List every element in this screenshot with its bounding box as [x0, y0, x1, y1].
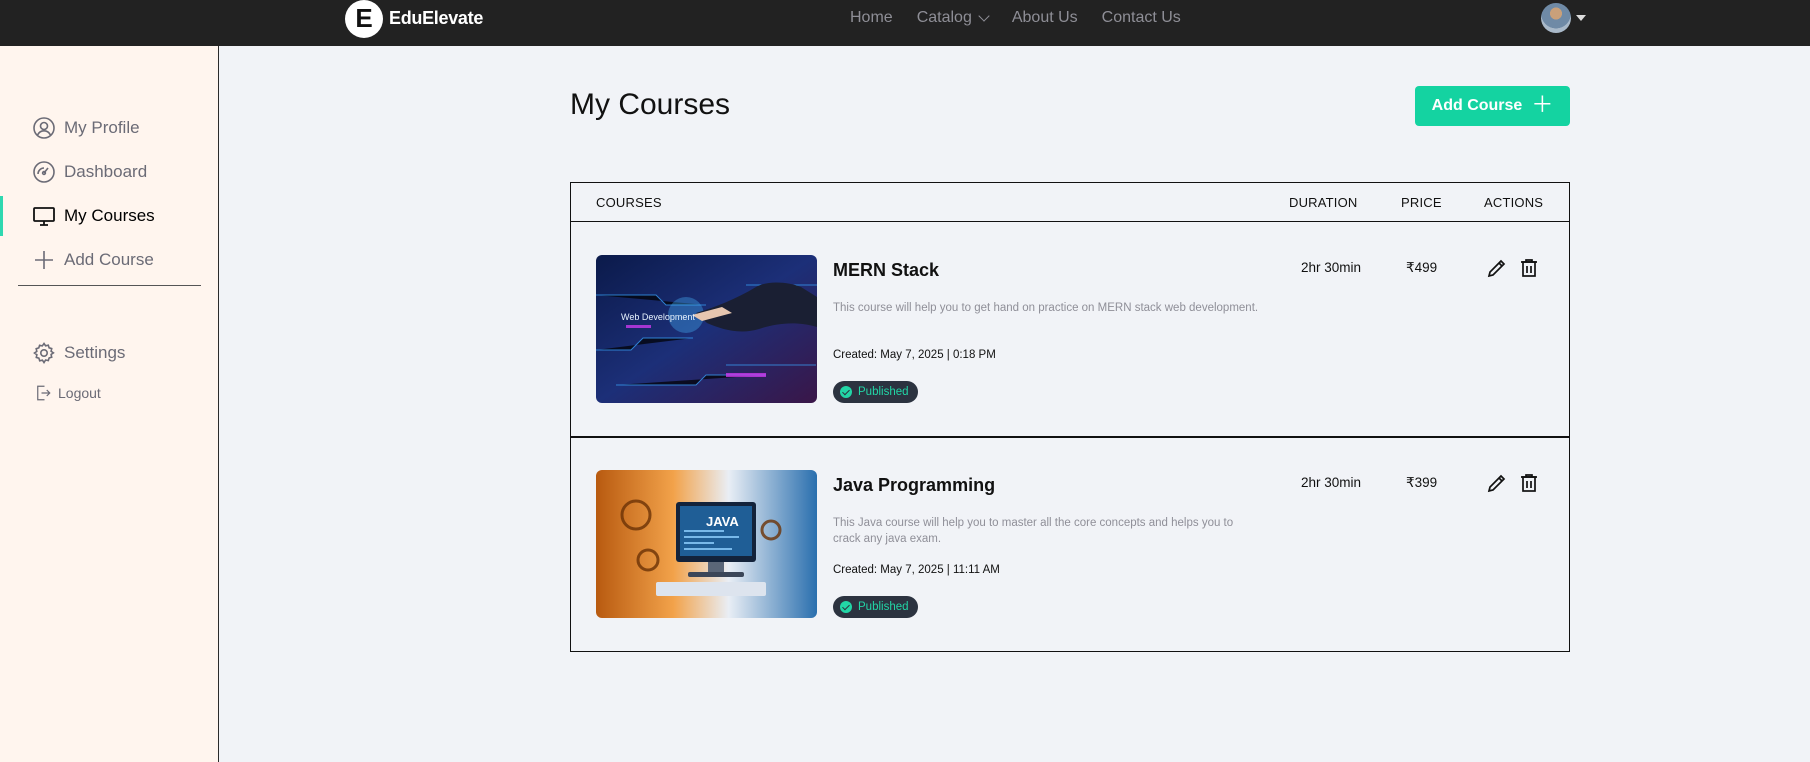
check-circle-icon	[840, 601, 852, 613]
logout-icon	[37, 385, 51, 401]
status-badge: Published	[833, 596, 918, 618]
edit-button[interactable]	[1485, 471, 1509, 495]
main-nav: Home Catalog About Us Contact Us	[850, 9, 1181, 27]
plus-icon: ＋	[1531, 92, 1554, 117]
header-courses: COURSES	[596, 195, 662, 210]
sidebar-item-my-courses[interactable]: My Courses	[0, 196, 218, 236]
nav-home[interactable]: Home	[850, 9, 893, 27]
course-title[interactable]: Java Programming	[833, 475, 995, 496]
top-navbar: E EduElevate Home Catalog About Us Conta…	[0, 0, 1810, 46]
header-actions: ACTIONS	[1484, 195, 1544, 210]
sidebar: My Profile Dashboard My Courses Add Cour…	[0, 46, 219, 762]
sidebar-item-label: Add Course	[64, 250, 154, 269]
course-price: ₹499	[1406, 260, 1438, 275]
course-thumbnail: Web Development	[596, 255, 817, 403]
header-price: PRICE	[1401, 195, 1442, 210]
thumbnail-text: Web Development	[621, 312, 695, 322]
chevron-down-icon	[978, 9, 990, 22]
edit-button[interactable]	[1485, 256, 1509, 280]
courses-table: COURSES DURATION PRICE ACTIONS Web Devel…	[570, 182, 1570, 652]
table-header: COURSES DURATION PRICE ACTIONS	[571, 183, 1569, 222]
avatar	[1541, 3, 1571, 33]
sidebar-item-label: My Profile	[64, 118, 140, 137]
nav-about[interactable]: About Us	[1012, 9, 1078, 27]
sidebar-item-add-course[interactable]: Add Course	[0, 240, 218, 280]
table-row: JAVA Java Programming This Java course w…	[571, 437, 1569, 652]
course-thumbnail: JAVA	[596, 470, 817, 618]
thumbnail-text: JAVA	[706, 514, 739, 529]
gauge-icon	[33, 161, 55, 183]
add-course-button-label: Add Course	[1431, 97, 1523, 114]
page-title: My Courses	[570, 88, 731, 121]
brand-logo[interactable]: E EduElevate	[345, 0, 484, 38]
course-created: Created: May 7, 2025 | 11:11 AM	[833, 564, 1000, 576]
sidebar-divider	[18, 285, 201, 286]
nav-catalog-label: Catalog	[916, 9, 972, 26]
course-title[interactable]: MERN Stack	[833, 260, 939, 281]
profile-menu[interactable]	[1541, 3, 1586, 33]
sidebar-item-settings[interactable]: Settings	[0, 333, 218, 373]
add-course-button[interactable]: Add Course ＋	[1415, 86, 1570, 126]
course-duration: 2hr 30min	[1301, 260, 1362, 275]
header-duration: DURATION	[1289, 195, 1358, 210]
delete-button[interactable]	[1517, 471, 1541, 495]
sidebar-item-dashboard[interactable]: Dashboard	[0, 152, 218, 192]
status-badge: Published	[833, 381, 918, 403]
gear-icon	[33, 342, 55, 364]
logo-text: EduElevate	[389, 8, 484, 28]
user-circle-icon	[33, 117, 55, 139]
nav-catalog[interactable]: Catalog	[916, 9, 990, 27]
status-label: Published	[858, 386, 909, 398]
sidebar-item-my-profile[interactable]: My Profile	[0, 108, 218, 148]
sidebar-item-label: My Courses	[64, 206, 155, 225]
sidebar-item-label: Settings	[64, 343, 126, 362]
sidebar-item-logout[interactable]: Logout	[0, 373, 218, 413]
pencil-icon	[1487, 259, 1506, 278]
caret-down-icon	[1576, 15, 1586, 21]
course-price: ₹399	[1406, 475, 1438, 490]
check-circle-icon	[840, 386, 852, 398]
table-row: Web Development MERN Stack This course w…	[571, 222, 1569, 437]
pencil-icon	[1487, 474, 1506, 493]
status-label: Published	[858, 601, 909, 613]
plus-icon	[35, 251, 53, 269]
course-created: Created: May 7, 2025 | 0:18 PM	[833, 349, 996, 361]
trash-icon	[1521, 474, 1537, 492]
sidebar-item-label: Dashboard	[64, 162, 148, 181]
course-description: This Java course will help you to master…	[833, 517, 1234, 545]
logo-mark: E	[345, 0, 383, 38]
monitor-icon	[33, 207, 55, 226]
sidebar-item-label: Logout	[58, 385, 101, 401]
delete-button[interactable]	[1517, 256, 1541, 280]
trash-icon	[1521, 259, 1537, 277]
course-duration: 2hr 30min	[1301, 475, 1362, 490]
nav-contact[interactable]: Contact Us	[1102, 9, 1181, 27]
course-description: This course will help you to get hand on…	[833, 302, 1259, 314]
